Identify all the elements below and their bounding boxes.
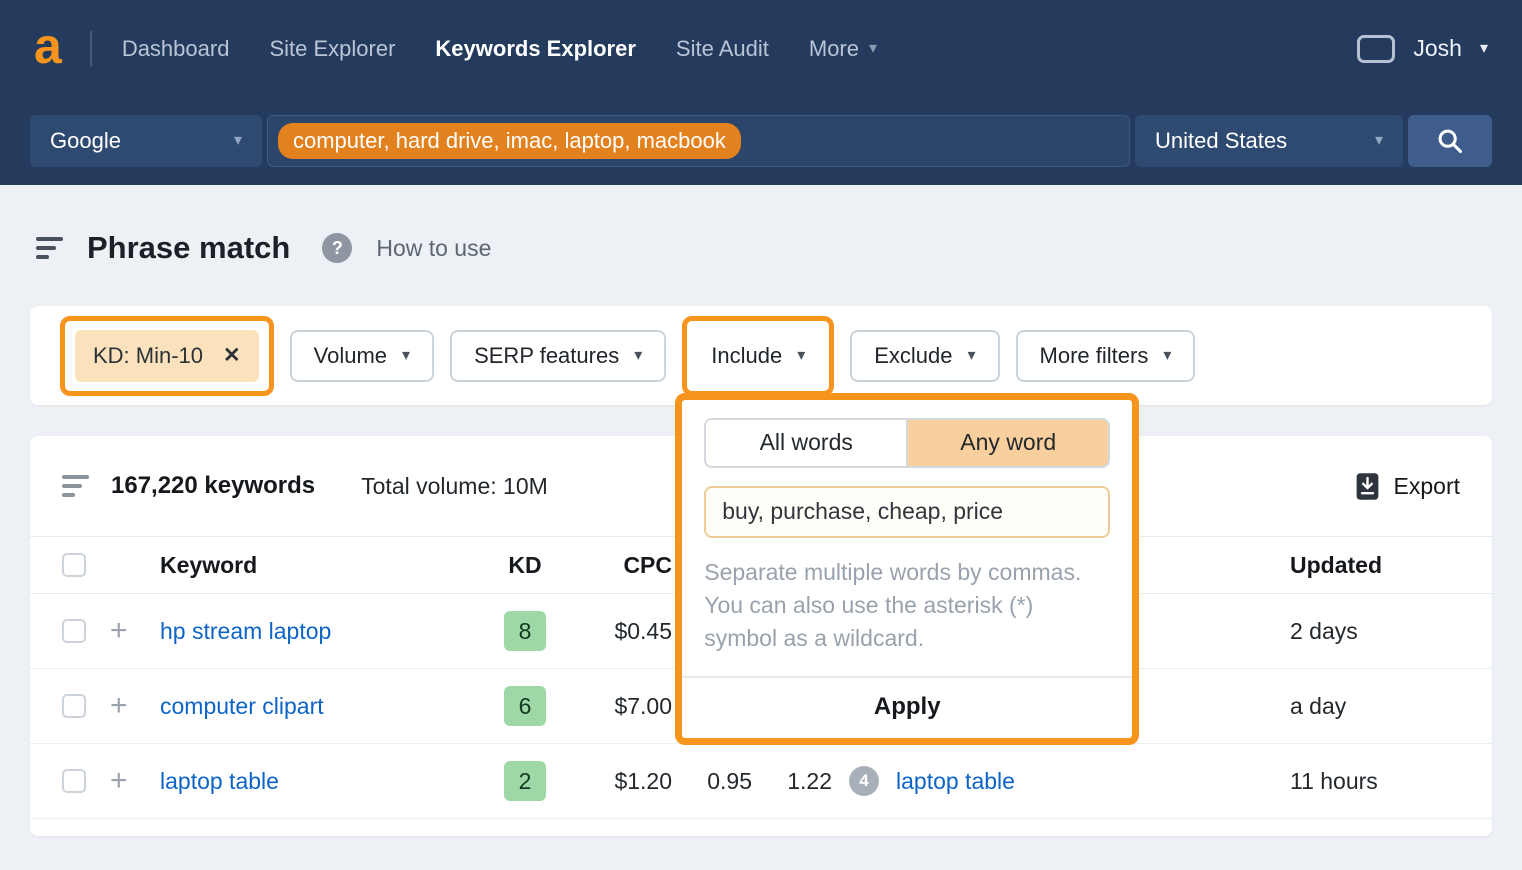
cpc-value: $7.00 [614,693,672,720]
updated-value: 2 days [1290,618,1460,645]
cps-value: 0.95 [707,768,752,795]
help-icon[interactable]: ? [322,233,352,263]
chevron-down-icon: ▾ [234,133,242,149]
main-nav: a Dashboard Site Explorer Keywords Explo… [0,0,1522,97]
kd-badge: 2 [504,761,546,801]
popover-footer: Apply [682,676,1132,738]
filters-bar: KD: Min-10 ✕ Volume ▾ SERP features ▾ In… [30,306,1492,405]
chevron-down-icon: ▾ [402,348,410,364]
close-icon[interactable]: ✕ [223,343,241,368]
total-volume: Total volume: 10M [361,473,548,500]
chevron-down-icon: ▾ [797,348,805,364]
search-button[interactable] [1408,115,1492,167]
country-select[interactable]: United States ▾ [1135,115,1403,167]
search-engine-value: Google [50,128,121,154]
row-checkbox[interactable] [62,619,86,643]
kd-badge: 6 [504,686,546,726]
volume-filter-button[interactable]: Volume ▾ [290,330,434,382]
ahrefs-logo[interactable]: a [34,21,62,71]
include-filter-annotation: Include ▾ All words Any word Separate mu… [682,316,834,396]
apply-button[interactable]: Apply [682,678,1132,738]
query-highlighted-text: computer, hard drive, imac, laptop, macb… [278,123,741,159]
search-engine-select[interactable]: Google ▾ [30,115,262,167]
export-icon [1355,472,1380,501]
device-icon [1357,35,1395,63]
col-header-keyword: Keyword [160,552,490,579]
nav-item-dashboard[interactable]: Dashboard [122,36,230,62]
country-value: United States [1155,128,1287,154]
chevron-down-icon: ▾ [869,41,877,57]
kd-badge: 8 [504,611,546,651]
row-checkbox[interactable] [62,694,86,718]
user-menu[interactable]: Josh ▾ [1357,35,1488,63]
nav-item-more[interactable]: More ▾ [809,36,877,62]
select-all-checkbox[interactable] [62,553,86,577]
keyword-link[interactable]: hp stream laptop [160,618,490,645]
include-words-input[interactable] [704,486,1110,538]
user-name: Josh [1413,35,1462,62]
list-menu-icon[interactable] [62,475,89,497]
more-filters-button[interactable]: More filters ▾ [1016,330,1196,382]
include-popover: All words Any word Separate multiple wor… [675,393,1139,745]
parent-topic-link[interactable]: laptop table [896,768,1290,795]
cpc-value: $0.45 [614,618,672,645]
keyword-link[interactable]: computer clipart [160,693,490,720]
keyword-link[interactable]: laptop table [160,768,490,795]
col-header-kd: KD [508,552,541,579]
row-checkbox[interactable] [62,769,86,793]
top-header: a Dashboard Site Explorer Keywords Explo… [0,0,1522,185]
table-row: + laptop table 2 $1.20 0.95 1.22 4 lapto… [30,744,1492,819]
export-button[interactable]: Export [1355,472,1460,501]
nav-item-site-audit[interactable]: Site Audit [676,36,769,62]
all-words-option[interactable]: All words [706,420,908,466]
volume-value: 1.22 [787,768,832,795]
chevron-down-icon: ▾ [1375,133,1383,149]
chevron-down-icon: ▾ [1480,41,1488,57]
plus-icon[interactable]: + [110,616,160,646]
search-icon [1436,127,1464,155]
col-header-cpc: CPC [623,552,672,579]
updated-value: 11 hours [1290,768,1460,795]
keywords-count: 167,220 keywords [111,472,315,500]
reports-menu-icon[interactable] [36,237,63,259]
keywords-query-input[interactable]: computer, hard drive, imac, laptop, macb… [267,115,1130,167]
how-to-use-link[interactable]: How to use [376,235,491,262]
col-header-updated: Updated [1290,552,1460,579]
updated-value: a day [1290,693,1460,720]
export-label: Export [1394,473,1460,500]
any-word-option[interactable]: Any word [908,420,1108,466]
kd-filter-chip[interactable]: KD: Min-10 ✕ [75,330,259,382]
nav-divider [90,31,92,67]
chevron-down-icon: ▾ [634,348,642,364]
nav-item-site-explorer[interactable]: Site Explorer [269,36,395,62]
report-header: Phrase match ? How to use [36,230,491,266]
cpc-value: $1.20 [614,768,672,795]
include-help-text: Separate multiple words by commas. You c… [704,556,1110,656]
nav-item-keywords-explorer[interactable]: Keywords Explorer [435,36,636,62]
serp-count-badge[interactable]: 4 [849,766,879,796]
exclude-filter-button[interactable]: Exclude ▾ [850,330,999,382]
search-bar: Google ▾ computer, hard drive, imac, lap… [0,97,1522,185]
chevron-down-icon: ▾ [968,348,976,364]
plus-icon[interactable]: + [110,766,160,796]
word-match-toggle: All words Any word [704,418,1110,468]
kd-filter-annotation: KD: Min-10 ✕ [60,316,274,396]
chevron-down-icon: ▾ [1163,348,1171,364]
serp-features-filter-button[interactable]: SERP features ▾ [450,330,666,382]
page-title: Phrase match [87,230,290,266]
kd-filter-label: KD: Min-10 [93,343,203,369]
include-filter-button[interactable]: Include ▾ [697,330,819,382]
plus-icon[interactable]: + [110,691,160,721]
